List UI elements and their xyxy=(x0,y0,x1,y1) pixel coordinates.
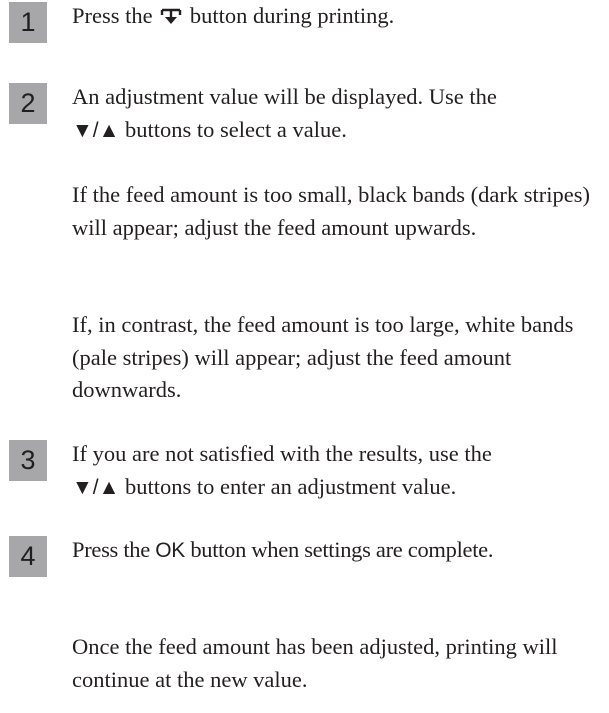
step-4-text-after: button when settings are complete. xyxy=(190,537,494,562)
step-number-badge: 1 xyxy=(9,2,47,43)
step-2-line2: buttons to select a value. xyxy=(125,116,347,142)
step-3-instruction: If you are not satisfied with the result… xyxy=(72,438,607,504)
step-2-line1: An adjustment value will be displayed. U… xyxy=(72,84,497,109)
step-number-badge: 4 xyxy=(9,536,47,577)
step-2-instruction: An adjustment value will be displayed. U… xyxy=(72,81,607,147)
step-1-text: Press the button during printing. xyxy=(72,0,607,36)
down-up-arrow-icons: ▼/▲ xyxy=(72,118,120,142)
step-2-paragraph-large-feed: If, in contrast, the feed amount is too … xyxy=(72,312,574,402)
step-number-badge: 3 xyxy=(9,440,47,481)
step-1-text-before: Press the xyxy=(72,3,153,28)
step-1-text-after: button during printing. xyxy=(189,3,395,28)
step-4-paragraph-result: Once the feed amount has been adjusted, … xyxy=(72,634,558,692)
step-4-text-before: Press the xyxy=(72,537,150,562)
step-4-instruction: Press the OK button when settings are co… xyxy=(72,534,607,568)
step-number-badge: 2 xyxy=(9,83,47,124)
down-up-arrow-icons: ▼/▲ xyxy=(72,475,120,499)
step-3-line1: If you are not satisfied with the result… xyxy=(72,441,492,466)
step-2-paragraph-small-feed: If the feed amount is too small, black b… xyxy=(72,182,590,240)
ok-button-label: OK xyxy=(155,539,185,562)
step-3-line2: buttons to enter an adjustment value. xyxy=(125,473,457,499)
paper-feed-icon xyxy=(160,3,182,36)
